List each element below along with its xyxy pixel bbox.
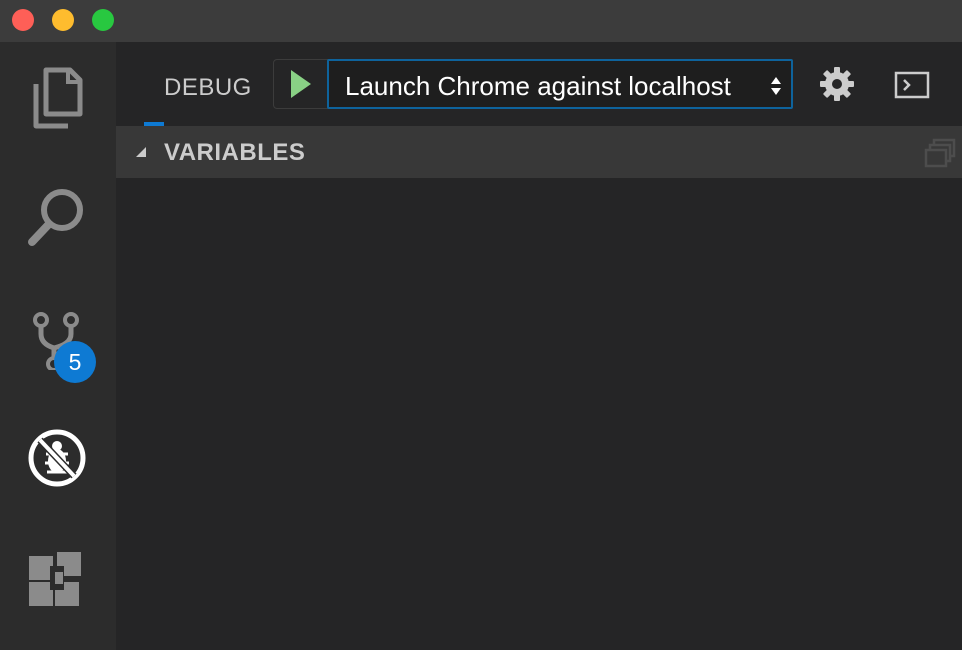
- activity-source-control[interactable]: 5: [0, 282, 116, 392]
- gear-icon: [820, 67, 854, 101]
- activity-extensions[interactable]: [0, 522, 116, 632]
- extensions-icon: [29, 552, 81, 606]
- source-control-badge: 5: [54, 341, 96, 383]
- activity-search[interactable]: [0, 162, 116, 272]
- debug-console-icon: [894, 71, 930, 99]
- title-bar: [0, 0, 962, 42]
- collapse-all-icon[interactable]: [924, 138, 956, 168]
- open-launch-json-button[interactable]: [819, 66, 855, 107]
- variables-section-header[interactable]: VARIABLES: [116, 126, 962, 178]
- launch-configuration-select[interactable]: Launch Chrome against localhost: [327, 59, 793, 109]
- debug-header: DEBUG Launch Chrome against localhost: [116, 42, 962, 126]
- launch-configuration-value: Launch Chrome against localhost: [345, 71, 731, 101]
- files-icon: [33, 67, 83, 129]
- debug-view-title: DEBUG: [164, 74, 252, 101]
- activity-bar: 5: [0, 42, 116, 650]
- debug-icon: [28, 429, 86, 487]
- debug-sidebar: DEBUG Launch Chrome against localhost VA…: [116, 42, 962, 650]
- close-window-button[interactable]: [12, 9, 34, 31]
- zoom-window-button[interactable]: [92, 9, 114, 31]
- start-debugging-button[interactable]: [274, 60, 326, 108]
- activity-explorer[interactable]: [0, 42, 116, 152]
- minimize-window-button[interactable]: [52, 9, 74, 31]
- expanded-chevron-icon: [136, 147, 146, 157]
- select-arrows-icon: [771, 77, 781, 95]
- activity-debug[interactable]: [0, 402, 116, 512]
- start-debugging-icon: [291, 70, 311, 98]
- variables-section-title: VARIABLES: [164, 139, 306, 166]
- debug-configuration-bar: Launch Chrome against localhost: [273, 59, 793, 109]
- debug-console-button[interactable]: [894, 71, 930, 104]
- search-icon: [28, 189, 83, 246]
